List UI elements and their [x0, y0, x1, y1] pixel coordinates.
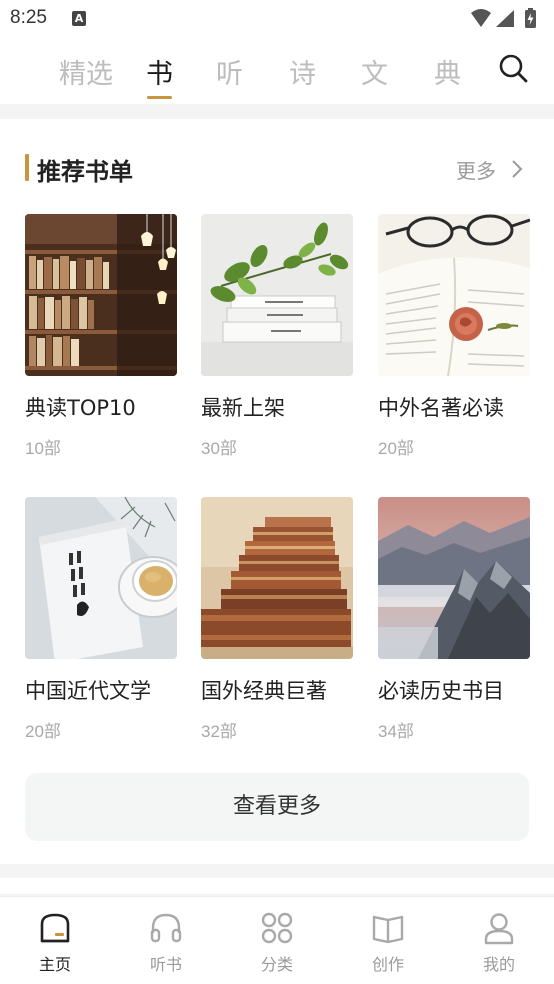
book-list-card[interactable]: 中国近代文学 20部 [25, 497, 177, 742]
list-name: 国外经典巨著 [201, 679, 327, 703]
tab-books[interactable]: 书 [146, 52, 173, 91]
cover-book-tea-image[interactable] [25, 497, 177, 659]
bottom-nav-categories[interactable]: 分类 [232, 911, 322, 975]
list-name: 必读历史书目 [378, 679, 504, 703]
chevron-right-icon[interactable] [511, 159, 523, 183]
cover-glasses-rose-image[interactable] [378, 214, 530, 376]
recommended-lists-section: 推荐书单 更多 典读TOP10 10部 最新上架 30部 中外名著必读 20部 … [0, 119, 554, 864]
tab-featured[interactable]: 精选 [59, 52, 113, 91]
tab-classics[interactable]: 典 [434, 52, 461, 91]
headphones-icon [149, 911, 183, 945]
bottom-nav-home[interactable]: 主页 [10, 911, 100, 975]
list-count: 34部 [378, 722, 414, 741]
bottom-nav-label: 听书 [149, 955, 182, 974]
book-list-card[interactable]: 最新上架 30部 [201, 214, 353, 459]
open-book-icon [371, 911, 405, 945]
book-list-card[interactable]: 必读历史书目 34部 [378, 497, 530, 742]
list-count: 10部 [25, 439, 61, 458]
active-tab-indicator [147, 96, 172, 99]
bottom-nav-label: 主页 [38, 955, 71, 974]
bottom-nav-bar: 主页 听书 分类 创作 我的 [0, 896, 554, 984]
next-section-edge [0, 878, 554, 894]
home-icon [38, 911, 72, 945]
bottom-nav-label: 分类 [260, 955, 293, 974]
list-name: 中外名著必读 [378, 396, 504, 420]
bottom-nav-label: 我的 [482, 955, 515, 974]
top-tab-bar: 精选 书 听 诗 文 典 [0, 38, 554, 104]
list-name: 典读TOP10 [25, 396, 136, 420]
section-title: 推荐书单 [37, 158, 133, 186]
book-list-card[interactable]: 典读TOP10 10部 [25, 214, 177, 459]
more-link[interactable]: 更多 [456, 155, 496, 184]
list-name: 最新上架 [201, 396, 285, 420]
bottom-nav-label: 创作 [371, 955, 404, 974]
book-list-card[interactable]: 中外名著必读 20部 [378, 214, 530, 459]
cover-books-plant-image[interactable] [201, 214, 353, 376]
section-accent-bar [25, 154, 29, 181]
wifi-icon [471, 9, 491, 27]
view-more-button[interactable]: 查看更多 [25, 773, 529, 841]
list-count: 30部 [201, 439, 237, 458]
divider [0, 104, 554, 119]
list-name: 中国近代文学 [25, 679, 151, 703]
battery-icon [525, 8, 536, 28]
bottom-nav-audiobooks[interactable]: 听书 [121, 911, 211, 975]
cover-antique-books-image[interactable] [201, 497, 353, 659]
list-count: 32部 [201, 722, 237, 741]
status-time: 8:25 [10, 7, 47, 28]
tab-listen[interactable]: 听 [216, 52, 243, 91]
status-bar: 8:25 A [0, 0, 554, 38]
tab-prose[interactable]: 文 [361, 52, 388, 91]
list-count: 20部 [378, 439, 414, 458]
bottom-nav-profile[interactable]: 我的 [454, 911, 544, 975]
bottom-nav-create[interactable]: 创作 [343, 911, 433, 975]
cover-mountains-image[interactable] [378, 497, 530, 659]
user-icon [482, 911, 516, 945]
search-icon[interactable] [497, 52, 529, 84]
category-icon [260, 911, 294, 945]
system-status-icons [470, 8, 542, 34]
tab-poetry[interactable]: 诗 [289, 52, 316, 91]
divider [0, 864, 554, 894]
book-list-card[interactable]: 国外经典巨著 32部 [201, 497, 353, 742]
notification-a-icon: A [72, 11, 86, 26]
signal-icon [496, 10, 514, 27]
list-count: 20部 [25, 722, 61, 741]
cover-bookshelf-image[interactable] [25, 214, 177, 376]
